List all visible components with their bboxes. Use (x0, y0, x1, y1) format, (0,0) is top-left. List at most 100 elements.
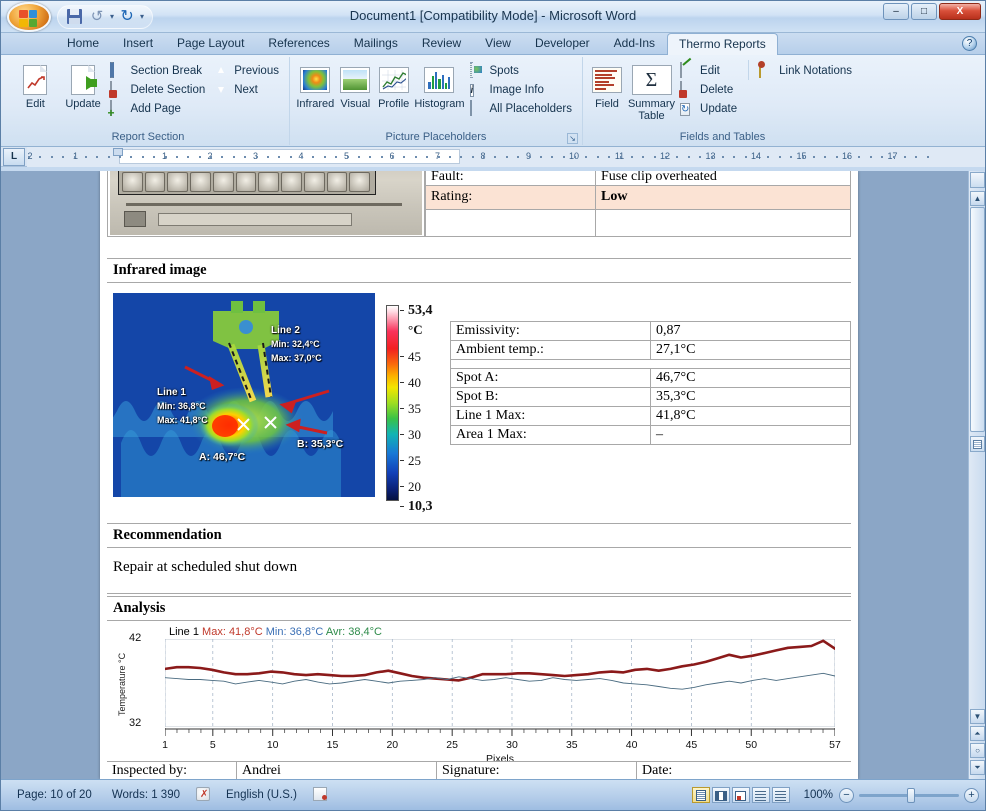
help-icon[interactable]: ? (962, 36, 977, 51)
edit-field-button[interactable]: Edit (678, 62, 741, 80)
left-indent-marker[interactable] (113, 148, 123, 156)
proofing-errors-icon[interactable]: ✗ (190, 786, 216, 804)
vertical-scrollbar[interactable]: ▲ ▼ ⏶ ○ ⏷ (968, 171, 985, 779)
fault-rating-table: Fault: Fuse clip overheated Rating: Low (425, 171, 851, 237)
next-label: Next (234, 84, 258, 96)
all-placeholders-button[interactable]: All Placeholders (468, 100, 576, 118)
field-icon (589, 62, 625, 98)
profile-button[interactable]: Profile (376, 60, 411, 110)
tab-developer[interactable]: Developer (523, 32, 602, 55)
zoom-out-button[interactable]: − (839, 787, 854, 803)
chart-x-tick: 45 (685, 739, 698, 751)
scrollbar-thumb[interactable] (970, 207, 985, 432)
summary-table-button[interactable]: Σ Summary Table (628, 60, 675, 122)
tab-page-layout[interactable]: Page Layout (165, 32, 256, 55)
all-placeholders-icon (469, 100, 486, 117)
full-screen-reading-view-button[interactable] (711, 787, 730, 803)
tab-add-ins[interactable]: Add-Ins (602, 32, 667, 55)
ribbon: Edit Update Section Break Delete Section… (1, 55, 985, 147)
table-row: Area 1 Max: – (450, 425, 851, 445)
window-controls: – □ X (883, 3, 981, 20)
image-info-button[interactable]: i Image Info (468, 81, 576, 99)
recommendation-text[interactable]: Repair at scheduled shut down (107, 549, 851, 594)
zoom-in-button[interactable]: + (964, 787, 979, 803)
zoom-slider-knob[interactable] (907, 787, 915, 803)
infrared-image[interactable]: Line 2 Min: 32,4°C Max: 37,0°C Line 1 Mi… (113, 293, 375, 497)
summary-table-label-line1: Summary (627, 98, 676, 110)
summary-table-label-line2: Table (638, 110, 665, 122)
zoom-slider-track[interactable] (859, 787, 959, 803)
print-layout-view-button[interactable] (691, 787, 710, 803)
draft-view-button[interactable] (771, 787, 790, 803)
spots-button[interactable]: Spots (468, 62, 576, 80)
tab-review[interactable]: Review (410, 32, 473, 55)
update-field-button[interactable]: ↻ Update (678, 100, 741, 118)
section-break-icon (110, 62, 126, 79)
status-bar: Page: 10 of 20 Words: 1 390 ✗ English (U… (1, 779, 985, 810)
visual-photo-cell[interactable] (107, 171, 425, 237)
zoom-level[interactable]: 100% (798, 789, 839, 801)
image-info-icon: i (469, 84, 475, 97)
word-application-window: ↺ ▾ ↻ ▾ Document1 [Compatibility Mode] -… (0, 0, 986, 811)
next-page-button[interactable]: ⏷ (970, 760, 985, 775)
scroll-down-button[interactable]: ▼ (970, 709, 985, 724)
web-layout-view-button[interactable] (731, 787, 750, 803)
word-count[interactable]: Words: 1 390 (102, 789, 190, 801)
page-indicator[interactable]: Page: 10 of 20 (7, 789, 102, 801)
tab-mailings[interactable]: Mailings (342, 32, 410, 55)
outline-view-button[interactable] (751, 787, 770, 803)
chart-x-tick: 15 (326, 739, 339, 751)
edit-report-button[interactable]: Edit (13, 60, 58, 110)
tab-references[interactable]: References (256, 32, 341, 55)
zoom-slider[interactable]: − + (839, 787, 979, 803)
tab-thermo-reports[interactable]: Thermo Reports (667, 33, 778, 56)
spot-a-label: A: 46,7°C (199, 451, 246, 463)
infrared-button[interactable]: Infrared (296, 60, 335, 110)
chart-plot-area (163, 638, 837, 728)
notations-commands: Link Notations (748, 60, 856, 80)
record-macro-icon[interactable] (307, 786, 333, 804)
ribbon-tab-bar: Home Insert Page Layout References Mailings R… (1, 32, 985, 56)
infrared-block: Line 2 Min: 32,4°C Max: 37,0°C Line 1 Mi… (107, 283, 851, 514)
link-notations-button[interactable]: Link Notations (757, 62, 856, 80)
rating-value: Low (595, 184, 851, 210)
document-page[interactable]: Fault: Fuse clip overheated Rating: Low (100, 171, 858, 779)
histogram-button[interactable]: Histogram (414, 60, 465, 110)
field-commands: Edit Delete ↻ Update (678, 60, 741, 118)
delete-section-button[interactable]: Delete Section (108, 81, 209, 99)
measurements-table[interactable]: Emissivity: 0,87 Ambient temp.: 27,1°C Spot … (450, 321, 851, 508)
update-report-button[interactable]: Update (61, 60, 106, 110)
select-object-button[interactable]: ○ (970, 743, 985, 758)
close-button[interactable]: X (939, 3, 981, 20)
tab-stop-selector[interactable]: L (3, 148, 25, 166)
select-browse-object-button[interactable] (970, 436, 985, 452)
analysis-heading: Analysis (107, 596, 851, 621)
tab-view[interactable]: View (473, 32, 523, 55)
chart-x-tick: 35 (565, 739, 578, 751)
horizontal-ruler[interactable]: 3211234567891011121314151617 (27, 147, 985, 167)
add-page-button[interactable]: Add Page (108, 100, 209, 118)
previous-button[interactable]: Previous (212, 62, 283, 80)
document-canvas: Fault: Fuse clip overheated Rating: Low (1, 171, 985, 779)
section-break-button[interactable]: Section Break (108, 62, 209, 80)
minimize-button[interactable]: – (883, 3, 909, 20)
signature-row: Inspected by: Andrei Signature: Date: (107, 761, 851, 779)
language-indicator[interactable]: English (U.S.) (216, 789, 307, 801)
picture-placeholders-dialog-launcher[interactable]: ↘ (567, 133, 578, 144)
line-2-title: Line 2 (271, 325, 300, 336)
measurement-value: 0,87 (650, 321, 851, 341)
next-button[interactable]: Next (212, 81, 283, 99)
visual-button[interactable]: Visual (338, 60, 373, 110)
scroll-up-button[interactable]: ▲ (970, 191, 985, 206)
tab-insert[interactable]: Insert (111, 32, 165, 55)
previous-page-button[interactable]: ⏶ (970, 726, 985, 741)
field-button[interactable]: Field (589, 60, 625, 110)
maximize-button[interactable]: □ (911, 3, 937, 20)
browse-object-icon[interactable] (970, 172, 985, 188)
ribbon-group-report-section: Edit Update Section Break Delete Section… (7, 57, 289, 145)
link-notations-icon (759, 62, 775, 79)
analysis-chart[interactable]: Line 1 Max: 41,8°C Min: 36,8°C Avr: 38,4… (107, 626, 851, 765)
edit-report-icon (13, 62, 58, 98)
delete-field-button[interactable]: Delete (678, 81, 741, 99)
tab-home[interactable]: Home (55, 32, 111, 55)
